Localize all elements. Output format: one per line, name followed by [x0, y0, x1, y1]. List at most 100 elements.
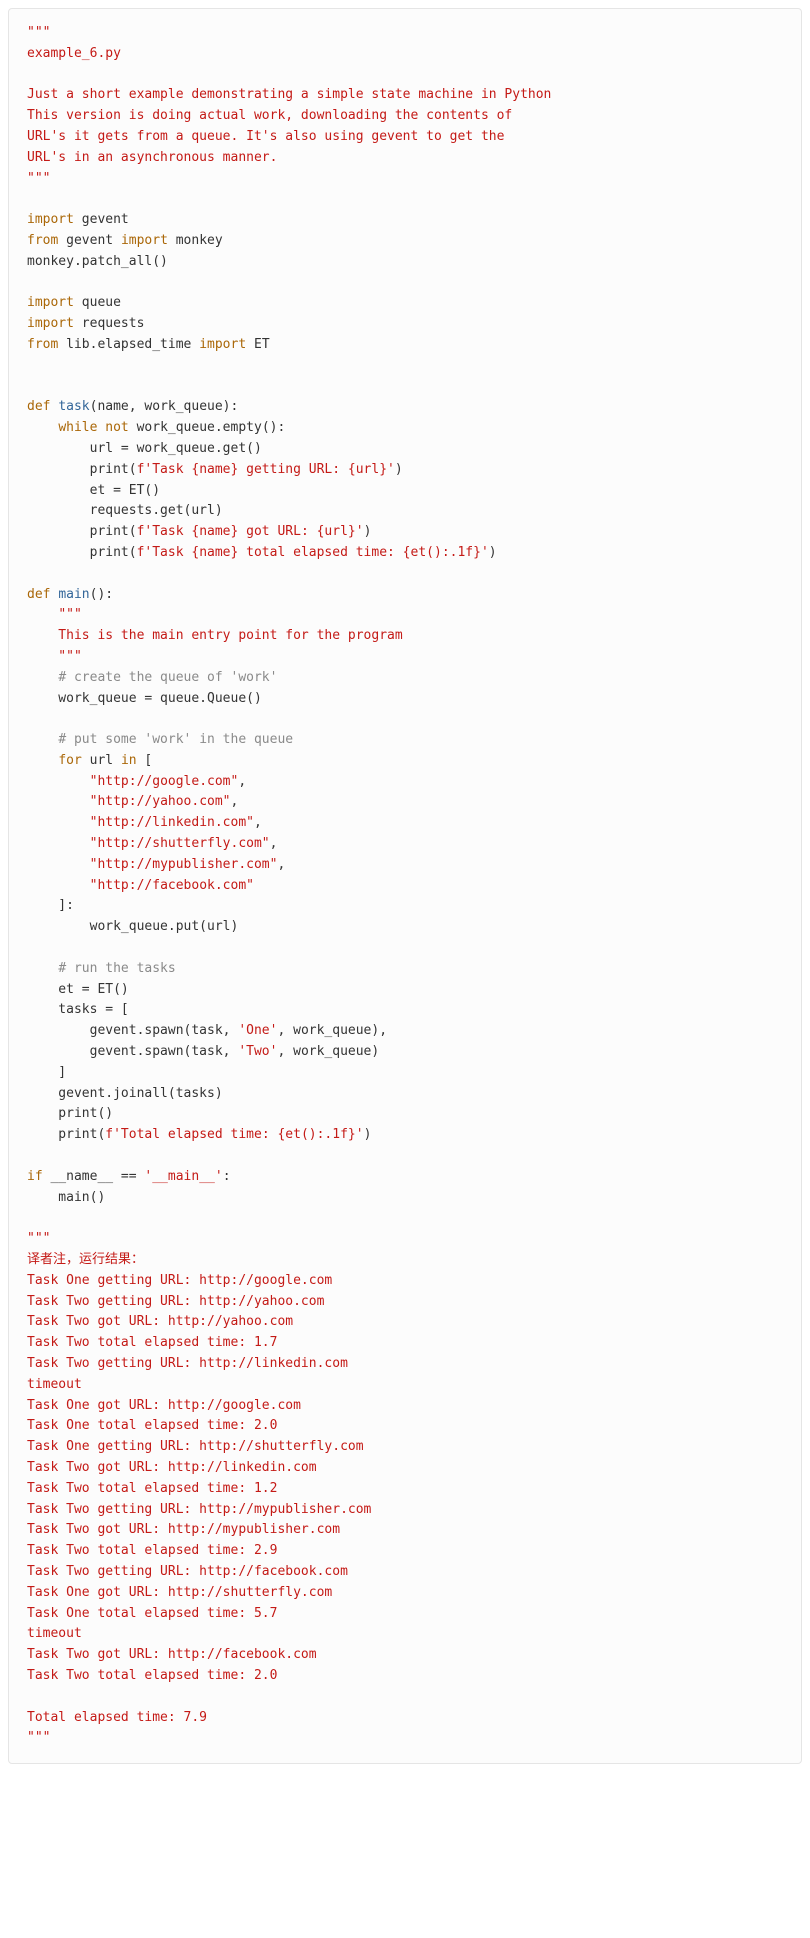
code-token: """	[27, 1231, 50, 1246]
code-token: )	[395, 462, 403, 477]
code-token: def	[27, 399, 50, 414]
code-token: in	[121, 753, 137, 768]
code-token: Task One total elapsed time: 2.0	[27, 1418, 277, 1433]
code-token: __name__ ==	[43, 1169, 145, 1184]
code-token: )	[364, 1127, 372, 1142]
code-token: Task One total elapsed time: 5.7	[27, 1606, 277, 1621]
code-token	[27, 753, 58, 768]
code-token: main()	[27, 1190, 105, 1205]
code-token: ]	[27, 1065, 66, 1080]
code-token: f'Total elapsed time: {et():.1f}'	[105, 1127, 363, 1142]
code-token	[27, 732, 58, 747]
code-token: print(	[27, 524, 137, 539]
code-token	[27, 420, 58, 435]
code-token: et = ET()	[27, 483, 160, 498]
code-token: :	[223, 1169, 231, 1184]
code-token: def	[27, 587, 50, 602]
code-token: """	[27, 649, 82, 664]
code-token: '__main__'	[144, 1169, 222, 1184]
code-token: Task Two total elapsed time: 2.0	[27, 1668, 277, 1683]
code-token: gevent	[74, 212, 129, 227]
code-token: (name, work_queue):	[90, 399, 239, 414]
code-token: import	[27, 295, 74, 310]
code-token: main	[58, 587, 89, 602]
code-token: timeout	[27, 1626, 82, 1641]
code-token: , work_queue)	[277, 1044, 379, 1059]
code-token: Task Two getting URL: http://yahoo.com	[27, 1294, 324, 1309]
code-token: Task Two total elapsed time: 1.2	[27, 1481, 277, 1496]
code-block: """ example_6.py Just a short example de…	[8, 8, 802, 1764]
code-token	[27, 815, 90, 830]
code-token: print(	[27, 545, 137, 560]
code-token: work_queue.empty():	[129, 420, 286, 435]
code-token: monkey	[168, 233, 223, 248]
code-token	[27, 961, 58, 976]
code-token: for	[58, 753, 81, 768]
code-token: """	[27, 171, 50, 186]
code-token: Task One getting URL: http://shutterfly.…	[27, 1439, 364, 1454]
code-token: # create the queue of 'work'	[58, 670, 277, 685]
code-token: gevent	[58, 233, 121, 248]
code-token	[27, 670, 58, 685]
code-token: et = ET()	[27, 982, 129, 997]
code-token: monkey.patch_all()	[27, 254, 168, 269]
code-token: f'Task {name} getting URL: {url}'	[137, 462, 395, 477]
code-token: # put some 'work' in the queue	[58, 732, 293, 747]
code-token: 'One'	[238, 1023, 277, 1038]
code-token: import	[199, 337, 246, 352]
code-token: timeout	[27, 1377, 82, 1392]
code-token: [	[137, 753, 153, 768]
code-token: from	[27, 337, 58, 352]
code-token: print(	[27, 462, 137, 477]
code-token: Task Two got URL: http://facebook.com	[27, 1647, 317, 1662]
code-token: Task Two getting URL: http://mypublisher…	[27, 1502, 371, 1517]
code-token: Task Two got URL: http://linkedin.com	[27, 1460, 317, 1475]
code-token: print()	[27, 1106, 113, 1121]
code-token: )	[364, 524, 372, 539]
code-token: not	[105, 420, 128, 435]
code-token: import	[27, 212, 74, 227]
code-content: """ example_6.py Just a short example de…	[27, 25, 551, 1745]
code-token: """	[58, 607, 81, 622]
code-token: )	[489, 545, 497, 560]
code-token: """	[27, 25, 50, 40]
code-token: "http://google.com"	[90, 774, 239, 789]
code-token: Task Two total elapsed time: 2.9	[27, 1543, 277, 1558]
code-token: Task Two total elapsed time: 1.7	[27, 1335, 277, 1350]
code-token: Task Two got URL: http://mypublisher.com	[27, 1522, 340, 1537]
code-token: "http://linkedin.com"	[90, 815, 254, 830]
code-token: Task One got URL: http://google.com	[27, 1398, 301, 1413]
code-token: "http://shutterfly.com"	[90, 836, 270, 851]
code-token: Task Two getting URL: http://linkedin.co…	[27, 1356, 348, 1371]
code-token: ET	[246, 337, 269, 352]
code-token: Task One got URL: http://shutterfly.com	[27, 1585, 332, 1600]
code-token: ,	[254, 815, 262, 830]
code-token: requests.get(url)	[27, 503, 223, 518]
code-token: This is the main entry point for the pro…	[27, 628, 403, 643]
code-token: while	[58, 420, 97, 435]
code-token: Task Two got URL: http://yahoo.com	[27, 1314, 293, 1329]
code-token: ():	[90, 587, 113, 602]
code-token: print(	[27, 1127, 105, 1142]
code-token	[27, 607, 58, 622]
code-token: f'Task {name} got URL: {url}'	[137, 524, 364, 539]
code-token: Just a short example demonstrating a sim…	[27, 87, 551, 102]
code-token	[27, 774, 90, 789]
code-token: work_queue.put(url)	[27, 919, 238, 934]
code-token: Task One getting URL: http://google.com	[27, 1273, 332, 1288]
code-token: gevent.spawn(task,	[27, 1044, 238, 1059]
code-token	[27, 878, 90, 893]
code-token: """	[27, 1730, 50, 1745]
code-token: ,	[231, 794, 239, 809]
code-token: task	[58, 399, 89, 414]
code-token: if	[27, 1169, 43, 1184]
code-token	[27, 794, 90, 809]
code-token: import	[27, 316, 74, 331]
code-token: url = work_queue.get()	[27, 441, 262, 456]
code-token: gevent.spawn(task,	[27, 1023, 238, 1038]
code-token: 'Two'	[238, 1044, 277, 1059]
code-token: ]:	[27, 898, 74, 913]
code-token: "http://mypublisher.com"	[90, 857, 278, 872]
code-token: URL's it gets from a queue. It's also us…	[27, 129, 504, 144]
code-token: lib.elapsed_time	[58, 337, 199, 352]
